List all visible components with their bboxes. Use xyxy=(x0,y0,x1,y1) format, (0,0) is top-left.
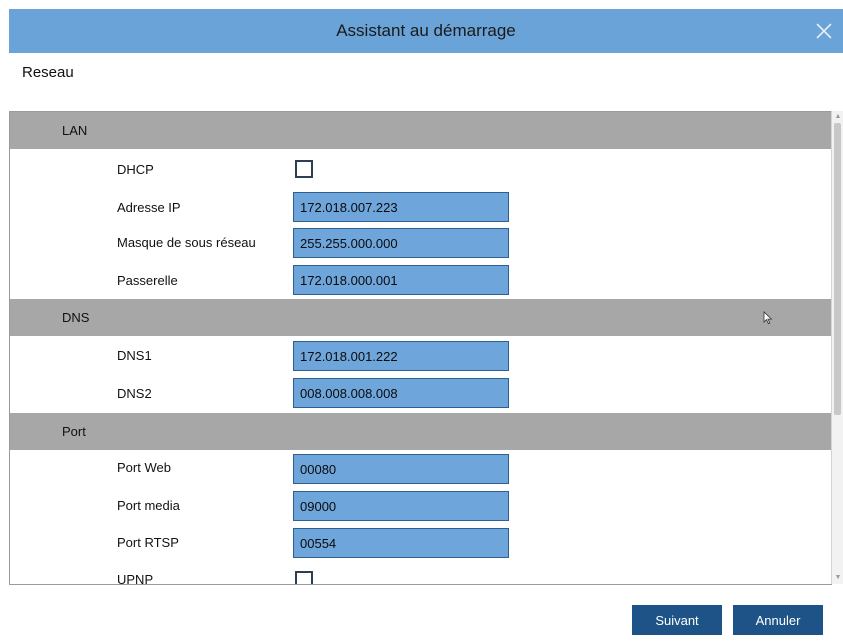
ip-address-field[interactable] xyxy=(293,192,509,222)
dhcp-label: DHCP xyxy=(117,162,154,177)
gateway-label: Passerelle xyxy=(117,273,178,288)
port-media-field[interactable] xyxy=(293,491,509,521)
scroll-thumb[interactable] xyxy=(834,123,841,415)
upnp-checkbox[interactable] xyxy=(295,571,313,584)
dns1-label: DNS1 xyxy=(117,348,152,363)
close-icon[interactable] xyxy=(811,18,837,44)
group-header-port: Port xyxy=(10,413,832,450)
port-rtsp-label: Port RTSP xyxy=(117,535,179,550)
ip-address-label: Adresse IP xyxy=(117,200,181,215)
dns2-label: DNS2 xyxy=(117,386,152,401)
dialog-title: Assistant au démarrage xyxy=(336,21,516,40)
settings-panel: LAN DHCP Adresse IP Masque de sous résea… xyxy=(9,111,832,585)
group-header-dns: DNS xyxy=(10,299,832,336)
dhcp-checkbox[interactable] xyxy=(295,160,313,178)
subnet-mask-label: Masque de sous réseau xyxy=(117,235,256,250)
group-label-port: Port xyxy=(62,424,86,439)
gateway-field[interactable] xyxy=(293,265,509,295)
next-button[interactable]: Suivant xyxy=(632,605,722,635)
group-label-lan: LAN xyxy=(62,123,88,138)
cancel-button[interactable]: Annuler xyxy=(733,605,823,635)
group-header-lan: LAN xyxy=(10,112,832,149)
dns1-field[interactable] xyxy=(293,341,509,371)
scroll-down-arrow-icon[interactable]: ▼ xyxy=(832,572,843,584)
port-rtsp-field[interactable] xyxy=(293,528,509,558)
upnp-label: UPNP xyxy=(117,572,154,585)
dialog-titlebar: Assistant au démarrage xyxy=(9,9,843,53)
group-label-dns: DNS xyxy=(62,310,90,325)
panel-scrollbar[interactable]: ▲ ▼ xyxy=(831,111,843,584)
mouse-cursor-icon xyxy=(763,311,773,325)
port-media-label: Port media xyxy=(117,498,180,513)
port-web-label: Port Web xyxy=(117,460,171,475)
scroll-up-arrow-icon[interactable]: ▲ xyxy=(832,111,843,123)
subnet-mask-field[interactable] xyxy=(293,228,509,258)
port-web-field[interactable] xyxy=(293,454,509,484)
dns2-field[interactable] xyxy=(293,378,509,408)
section-title: Reseau xyxy=(22,64,74,81)
